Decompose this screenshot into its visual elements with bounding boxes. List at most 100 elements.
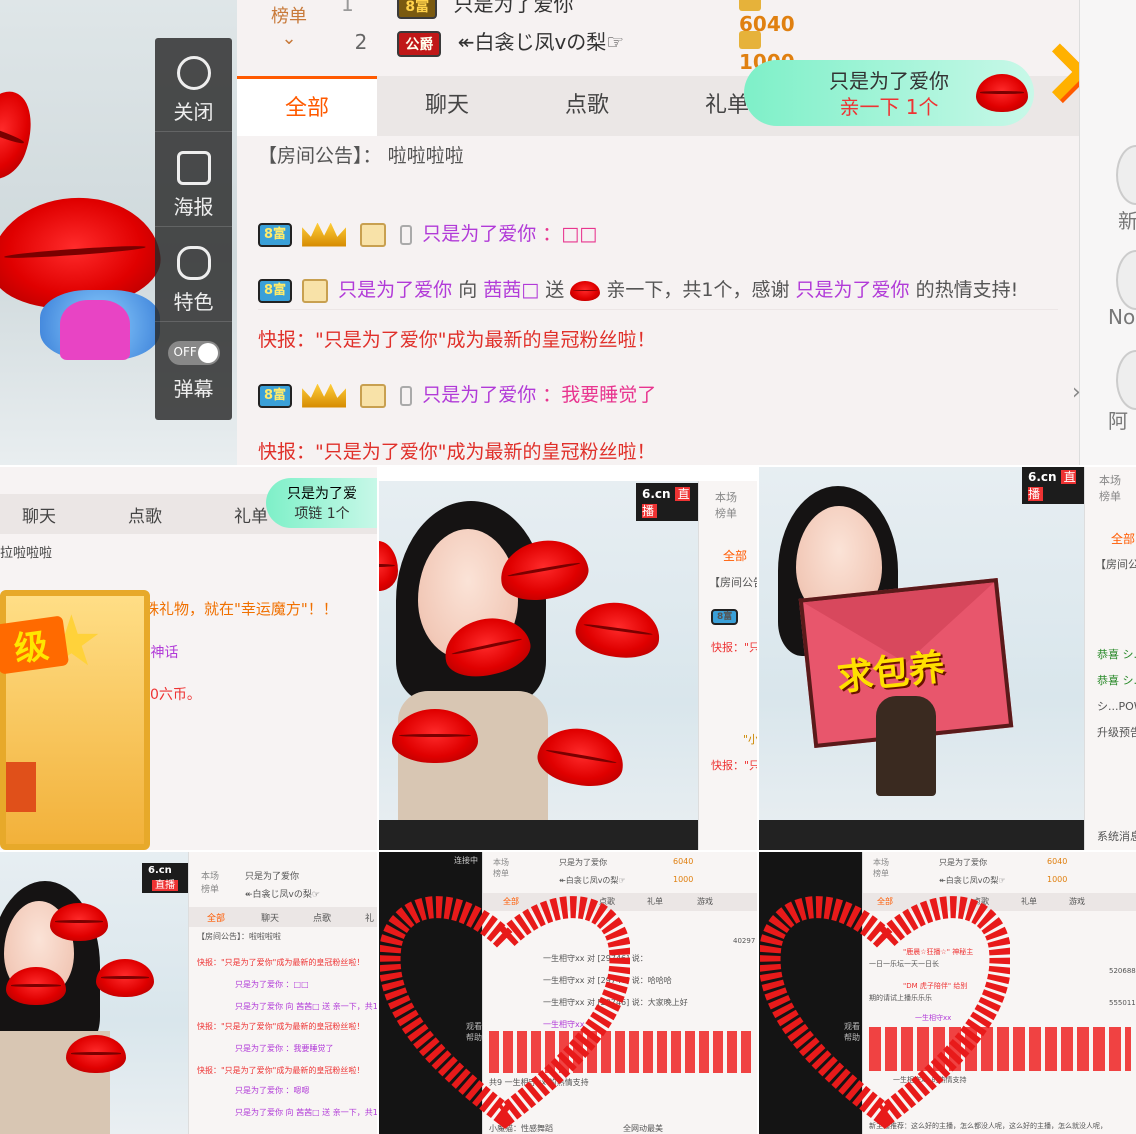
rank-user: 只是为了爱你 — [245, 872, 300, 882]
tab-chat[interactable]: 聊天 — [377, 76, 517, 136]
chat-text: 只是为了爱你 向 茜茜□ 送 亲一下，共1 — [235, 1002, 378, 1011]
tab-song[interactable]: 点歌 — [517, 76, 657, 136]
chat-text: 亲一下，共1个，感谢 — [606, 279, 790, 301]
rank-label: 榜单 — [271, 6, 307, 27]
tab-song[interactable]: 点歌 — [313, 911, 331, 924]
tab-all[interactable]: 全部 — [723, 547, 747, 564]
tab-chat[interactable]: 聊天 — [261, 911, 279, 924]
video-control-bar: 关闭 海报 特色 OFF 弹幕 — [155, 38, 232, 420]
rich-badge: 8富 — [258, 383, 293, 408]
kiss-sticker — [96, 959, 154, 997]
tab-all[interactable]: 全部 — [237, 76, 377, 136]
rank-number: 1 — [341, 0, 354, 16]
poster-label: 海报 — [173, 195, 214, 219]
tab-all[interactable]: 全部 — [1111, 530, 1135, 547]
chat-user[interactable]: 只是为了爱你 — [422, 223, 536, 245]
chat-text: 只是为了爱你 ：□□ — [235, 980, 309, 989]
rank-row-2[interactable]: 2 公爵 ↞白衾じ凤ⅴの梨☞ 1000 — [341, 26, 795, 74]
chat-target[interactable]: 茜茜□ — [483, 279, 539, 301]
rank-label[interactable]: 本场 榜单 — [715, 489, 737, 521]
flash-news: 快报："只是为了爱你"成为最新的皇冠粉丝啦！ — [197, 1066, 365, 1075]
tab-gift-list[interactable]: 礼单 — [1021, 896, 1037, 907]
rank-label[interactable]: 本场 榜单 — [873, 857, 889, 879]
poster-button[interactable]: 海报 — [155, 133, 232, 227]
tab-all[interactable]: 全部 — [207, 911, 225, 924]
crown-icon — [302, 383, 347, 408]
chat-text: 0六币。 — [150, 687, 201, 703]
kiss-sticker — [66, 1035, 126, 1073]
avatar[interactable] — [1116, 145, 1136, 205]
user-card-icon — [360, 222, 387, 247]
kiss-gift-icon — [570, 280, 601, 301]
avatar[interactable] — [1116, 350, 1136, 410]
tab-game[interactable]: 游戏 — [1069, 896, 1085, 907]
rank-label[interactable]: 本场 榜单 — [201, 869, 219, 895]
avatar[interactable] — [1116, 250, 1136, 310]
flash-news: 快报："只是为了爱你"成为最新的皇冠粉丝啦！ — [258, 329, 656, 351]
announcement-text: 拉啦啦啦 — [0, 546, 53, 561]
rank-coins: 6040 — [1047, 857, 1068, 866]
popup-button[interactable] — [6, 762, 36, 812]
chat-user[interactable]: 只是为了爱你 — [796, 279, 910, 301]
chat-text: 只是为了爱你 向 茜茜□ 送 亲一下，共1 — [235, 1108, 378, 1117]
chevron-down-icon: ⌄ — [281, 28, 297, 49]
chat-user[interactable]: 只是为了爱你 — [422, 384, 536, 406]
rank-coins: 1000 — [673, 875, 694, 884]
plush-toy — [60, 300, 130, 360]
cartoon-figure — [876, 696, 936, 796]
chevron-right-icon[interactable]: › — [1072, 380, 1081, 405]
power-icon — [176, 56, 211, 90]
count: 5206888 — [1109, 967, 1136, 975]
duke-badge: 公爵 — [397, 31, 442, 57]
rank-label[interactable]: 本场 榜单 — [493, 857, 509, 879]
rank-label[interactable]: 本场 榜单 — [1099, 472, 1121, 504]
kiss-sticker — [50, 903, 108, 941]
special-button[interactable]: 特色 — [155, 228, 232, 322]
chat-text: 只是为了爱你 ：我要睡觉了 — [235, 1044, 334, 1053]
chat-text: 恭喜 シ... — [1097, 648, 1136, 661]
rich-badge: 8富 — [258, 278, 293, 303]
chat-tabs: 全部 聊天 点歌 礼 — [189, 907, 379, 927]
close-button[interactable]: 关闭 — [155, 38, 232, 132]
chat-user[interactable]: 只是为了爱你 — [338, 279, 452, 301]
kiss-gift-icon — [976, 74, 1028, 112]
gift-notification: 只是为了爱你 亲一下 1个 — [744, 60, 1034, 126]
danmu-toggle[interactable]: OFF — [167, 341, 220, 365]
mid-center-chat: 本场 榜单 全部 【房间公告 8富 快报："只 快报："只 "小 — [698, 481, 764, 851]
coin-icon — [739, 0, 761, 11]
divider — [377, 466, 379, 1134]
chat-text: ：我要睡觉了 — [542, 384, 657, 406]
gift-bar — [758, 820, 1084, 851]
divider — [757, 466, 759, 1134]
mid-right-chat: 本场 榜单 全部 【房间公 恭喜 シ... 恭喜 シ... シ...POW 升级… — [1084, 466, 1136, 851]
chat-text: ：□□ — [542, 223, 598, 245]
divider — [0, 465, 1136, 467]
kiss-sticker — [378, 541, 398, 591]
tab-chat[interactable]: 聊天 — [22, 502, 56, 527]
tab-song[interactable]: 点歌 — [128, 502, 162, 527]
phone-icon — [400, 385, 413, 406]
danmu-label: 弹幕 — [173, 377, 214, 401]
rank-row-1[interactable]: 1 8富 只是为了爱你 6040 — [341, 0, 795, 36]
tab-gift-list[interactable]: 礼 — [365, 911, 374, 924]
site-logo: 6.cn直播 — [142, 863, 188, 893]
gift-notification: 只是为了爱 项链 1个 — [266, 478, 378, 528]
user-card-icon — [302, 278, 329, 303]
tab-gift-list[interactable]: 礼单 — [234, 502, 268, 527]
danmu-toggle-group[interactable]: OFF 弹幕 — [155, 323, 232, 417]
right-sidebar: 新 No 阿 › — [1072, 0, 1136, 466]
special-label: 特色 — [173, 290, 214, 314]
chat-text: 恭喜 シ... — [1097, 674, 1136, 687]
tab-game[interactable]: 游戏 — [697, 896, 713, 907]
coin-icon — [739, 30, 761, 49]
flash-news: 快报："只是为了爱你"成为最新的皇冠粉丝啦！ — [197, 958, 365, 967]
sidebar-label: 新 — [1118, 209, 1136, 233]
rose-heart — [760, 896, 1010, 1129]
chat-text: 只是为了爱你 ：嗯嗯 — [235, 1086, 310, 1095]
gift-sender: 只是为了爱 — [287, 486, 357, 502]
user-card-icon — [360, 383, 387, 408]
rich-badge: 8富 — [258, 222, 293, 247]
tab-gift-list[interactable]: 礼单 — [647, 896, 663, 907]
flash-news: 快报："只 — [711, 641, 761, 654]
rank-toggle[interactable]: 榜单 ⌄ — [237, 0, 341, 76]
